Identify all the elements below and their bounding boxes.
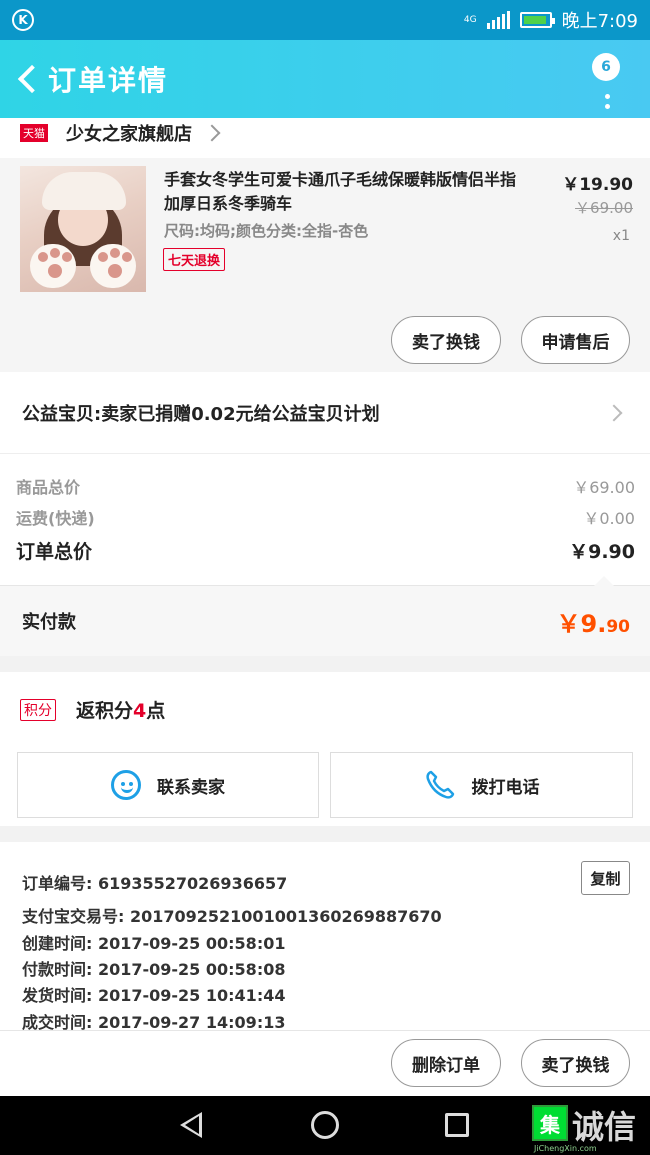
more-menu-button[interactable]: 6	[592, 49, 622, 109]
contact-seller-label: 联系卖家	[157, 777, 225, 798]
shop-row[interactable]: 天猫 少女之家旗舰店	[0, 118, 650, 158]
nav-back-icon[interactable]	[180, 1112, 202, 1138]
product-title: 手套女冬学生可爱卡通爪子毛绒保暖韩版情侣半指加厚日系冬季骑车	[164, 170, 517, 213]
paid-label: 实付款	[22, 612, 76, 633]
back-button[interactable]	[8, 59, 48, 99]
charity-text: 公益宝贝:卖家已捐赠0.02元给公益宝贝计划	[22, 403, 380, 425]
battery-icon	[519, 12, 555, 28]
status-bar: K 4G 晚上7:09	[0, 0, 650, 40]
product-spec: 尺码:均码;颜色分类:全指-杏色	[164, 222, 369, 240]
shipping-row: 运费(快递) ￥0.00	[16, 505, 635, 529]
product-quantity: x1	[612, 228, 630, 244]
system-nav-bar: 集 诚信 JiChengXin.com	[0, 1096, 650, 1155]
created-time: 创建时间: 2017-09-25 00:58:01	[22, 934, 286, 953]
nav-recent-icon[interactable]	[445, 1113, 469, 1137]
after-sale-button[interactable]: 申请售后	[521, 316, 630, 364]
points-prefix: 返积分	[76, 700, 134, 722]
shop-name: 少女之家旗舰店	[66, 124, 192, 145]
product-price: ￥19.90	[562, 175, 633, 195]
status-time: 晚上7:09	[561, 11, 638, 32]
order-total-row: 订单总价 ￥9.90	[16, 537, 635, 564]
shipping-label: 运费(快递)	[16, 509, 95, 528]
bottom-action-bar: 删除订单 卖了换钱	[0, 1030, 650, 1096]
chevron-right-icon	[605, 404, 623, 422]
chevron-right-icon	[203, 124, 221, 142]
more-dots-icon	[604, 104, 610, 109]
sell-exchange-button[interactable]: 卖了换钱	[391, 316, 501, 364]
chevron-left-icon	[17, 64, 47, 94]
status-right: 4G 晚上7:09	[464, 7, 638, 33]
more-dots-icon	[604, 94, 610, 99]
call-button[interactable]: 拨打电话	[330, 752, 633, 818]
sell-exchange-button-bottom[interactable]: 卖了换钱	[521, 1039, 630, 1087]
phone-icon	[425, 770, 454, 799]
goods-total-label: 商品总价	[16, 478, 81, 497]
paid-value: ￥9.90	[557, 604, 631, 639]
product-original-price: ￥69.00	[575, 199, 633, 217]
page-header: 订单详情 6	[0, 40, 650, 118]
call-label: 拨打电话	[471, 777, 540, 798]
paid-value-main: ￥9.	[556, 609, 607, 638]
message-badge: 6	[592, 53, 620, 81]
page-title: 订单详情	[48, 64, 169, 97]
paid-amount-row: 实付款 ￥9.90	[0, 576, 650, 656]
watermark-logo: 集	[532, 1105, 568, 1141]
alipay-trade-number: 支付宝交易号: 2017092521001001360269887670	[22, 907, 442, 926]
shipping-value: ￥0.00	[583, 509, 635, 528]
watermark-url: JiChengXin.com	[534, 1144, 597, 1153]
points-tag: 积分	[20, 699, 56, 721]
watermark: 集 诚信 JiChengXin.com	[532, 1102, 650, 1153]
goods-total-row: 商品总价 ￥69.00	[16, 474, 635, 498]
price-summary: 商品总价 ￥69.00 运费(快递) ￥0.00 订单总价 ￥9.90	[0, 454, 650, 586]
tmall-badge: 天猫	[20, 124, 48, 142]
points-section: 积分 返积分4点 联系卖家 拨打电话	[0, 672, 650, 826]
contact-seller-button[interactable]: 联系卖家	[17, 752, 319, 818]
charity-row[interactable]: 公益宝贝:卖家已捐赠0.02元给公益宝贝计划	[0, 372, 650, 454]
nav-home-icon[interactable]	[311, 1111, 339, 1139]
order-info: 订单编号: 61935527026936657 复制 支付宝交易号: 20170…	[0, 842, 650, 1032]
points-suffix: 点	[146, 700, 166, 722]
order-total-label: 订单总价	[16, 541, 93, 563]
chat-smile-icon	[111, 770, 141, 800]
points-number: 4	[133, 700, 147, 722]
shipped-time: 发货时间: 2017-09-25 10:41:44	[22, 986, 286, 1005]
paid-value-decimal: 90	[606, 616, 630, 637]
goods-total-value: ￥69.00	[573, 478, 635, 497]
signal-icon	[486, 11, 510, 29]
app-k-icon: K	[12, 9, 34, 31]
points-text: 返积分4点	[76, 696, 165, 723]
paid-time: 付款时间: 2017-09-25 00:58:08	[22, 960, 286, 979]
product-image[interactable]	[20, 166, 146, 292]
product-card[interactable]: 手套女冬学生可爱卡通爪子毛绒保暖韩版情侣半指加厚日系冬季骑车 尺码:均码;颜色分…	[0, 158, 650, 372]
return-policy-tag: 七天退换	[163, 248, 226, 271]
copy-button[interactable]: 复制	[581, 861, 630, 895]
delete-order-button[interactable]: 删除订单	[391, 1039, 501, 1087]
order-number: 订单编号: 61935527026936657	[22, 874, 288, 893]
watermark-text: 诚信	[572, 1108, 637, 1146]
network-type: 4G	[463, 14, 477, 25]
order-total-value: ￥9.90	[569, 541, 635, 563]
